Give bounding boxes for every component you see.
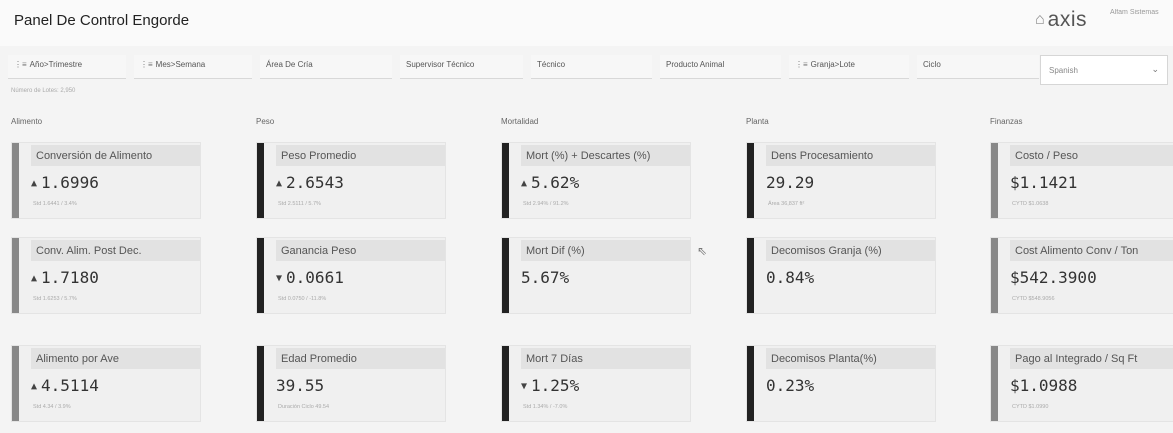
- card-accent-bar: [257, 238, 264, 313]
- card-accent-bar: [12, 346, 19, 421]
- kpi-card-feed-conv-post-dec[interactable]: Conv. Alim. Post Dec. ▲ 1.7180 Std 1.6253…: [11, 237, 201, 314]
- card-accent-bar: [991, 346, 998, 421]
- card-accent-bar: [747, 143, 754, 218]
- kpi-card-feed-cost-per-ton[interactable]: Cost Alimento Conv / Ton $542.3900 CYTD …: [990, 237, 1173, 314]
- page-title: Panel De Control Engorde: [14, 12, 190, 29]
- kpi-card-grower-pay-per-sqft[interactable]: Pago al Integrado / Sq Ft $1.0988 CYTD $…: [990, 345, 1173, 422]
- card-accent-bar: [747, 346, 754, 421]
- kpi-card-plant-condemnations[interactable]: Decomisos Planta(%) 0.23%: [746, 345, 936, 422]
- card-accent-bar: [12, 238, 19, 313]
- card-accent-bar: [502, 238, 509, 313]
- card-accent-bar: [991, 238, 998, 313]
- trend-up-icon: ▲: [31, 273, 38, 284]
- filter-farm-lot[interactable]: ⋮≡ Granja>Lote: [789, 55, 909, 79]
- card-accent-bar: [502, 143, 509, 218]
- card-accent-bar: [257, 143, 264, 218]
- language-select[interactable]: Spanish ⌄: [1040, 55, 1168, 85]
- trend-up-icon: ▲: [276, 178, 283, 189]
- kpi-card-weight-gain[interactable]: Ganancia Peso ▼ 0.0661 Std 0.0750 / -11.8…: [256, 237, 446, 314]
- user-label[interactable]: Alfam Sistemas: [1110, 9, 1170, 16]
- kpi-card-feed-conversion[interactable]: Conversión de Alimento ▲ 1.6996 Std 1.644…: [11, 142, 201, 219]
- section-title-weight: Peso: [256, 117, 275, 126]
- section-title-mortality: Mortalidad: [501, 117, 539, 126]
- chevron-down-icon: ⌄: [1151, 64, 1159, 74]
- hierarchy-icon: ⋮≡: [140, 60, 153, 69]
- lot-count-note: Número de Lotes: 2,950: [11, 88, 76, 94]
- trend-up-icon: ▲: [31, 178, 38, 189]
- filter-year-quarter[interactable]: ⋮≡ Año>Trimestre: [8, 55, 126, 79]
- hierarchy-icon: ⋮≡: [795, 60, 808, 69]
- kpi-card-cost-per-weight[interactable]: Costo / Peso $1.1421 CYTD $1.0638: [990, 142, 1173, 219]
- card-accent-bar: [12, 143, 19, 218]
- card-accent-bar: [991, 143, 998, 218]
- kpi-card-feed-per-bird[interactable]: Alimento por Ave ▲ 4.5114 Std 4.34 / 3.9%: [11, 345, 201, 422]
- top-bar: Panel De Control Engorde ⌂ axis Alfam Si…: [0, 0, 1173, 46]
- kpi-card-farm-condemnations[interactable]: Decomisos Granja (%) 0.84%: [746, 237, 936, 314]
- house-logo-icon: ⌂: [1035, 11, 1045, 28]
- trend-up-icon: ▲: [521, 178, 528, 189]
- brand-name: axis: [1047, 8, 1088, 31]
- kpi-card-average-weight[interactable]: Peso Promedio ▲ 2.6543 Std 2.5111 / 5.7%: [256, 142, 446, 219]
- hierarchy-icon: ⋮≡: [14, 60, 27, 69]
- card-accent-bar: [502, 346, 509, 421]
- filter-month-week[interactable]: ⋮≡ Mes>Semana: [134, 55, 252, 79]
- card-accent-bar: [747, 238, 754, 313]
- kpi-card-mortality-culls[interactable]: Mort (%) + Descartes (%) ▲ 5.62% Std 2.94…: [501, 142, 691, 219]
- kpi-card-average-age[interactable]: Edad Promedio 39.55 Duración Ciclo 49.54: [256, 345, 446, 422]
- brand-logo: ⌂ axis: [1035, 6, 1087, 34]
- card-accent-bar: [257, 346, 264, 421]
- section-title-plant: Planta: [746, 117, 769, 126]
- trend-down-icon: ▼: [276, 273, 283, 284]
- section-title-feed: Alimento: [11, 117, 43, 126]
- filter-technical-supervisor[interactable]: Supervisor Técnico: [400, 55, 523, 79]
- mouse-pointer-icon: ⇖: [697, 244, 708, 258]
- kpi-card-mortality-7-days[interactable]: Mort 7 Días ▼ 1.25% Std 1.34% / -7.0%: [501, 345, 691, 422]
- filter-animal-product[interactable]: Producto Animal: [660, 55, 781, 79]
- kpi-card-processing-density[interactable]: Dens Procesamiento 29.29 Área 36,837 ft²: [746, 142, 936, 219]
- filter-bar: ⋮≡ Año>Trimestre ⋮≡ Mes>Semana Área De Crí…: [8, 55, 1171, 79]
- trend-up-icon: ▲: [31, 381, 38, 392]
- trend-down-icon: ▼: [521, 381, 528, 392]
- filter-breeding-area[interactable]: Área De Cría: [260, 55, 392, 79]
- filter-cycle[interactable]: Ciclo: [917, 55, 1039, 79]
- kpi-card-mortality-diff[interactable]: Mort Dif (%) 5.67%: [501, 237, 691, 314]
- section-title-finance: Finanzas: [990, 117, 1023, 126]
- filter-technician[interactable]: Técnico: [531, 55, 652, 79]
